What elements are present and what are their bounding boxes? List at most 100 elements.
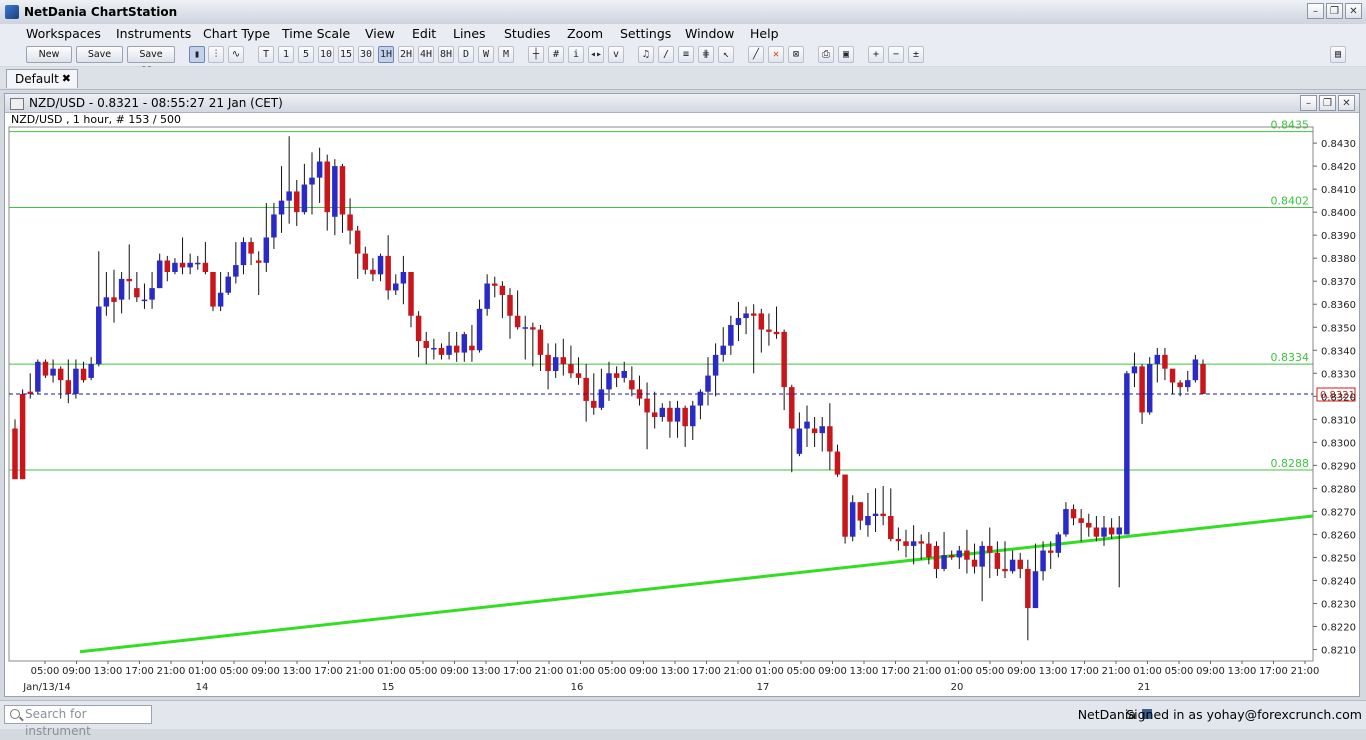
timescale-15m[interactable]: 15 [338,46,354,63]
menu-window[interactable]: Window [683,25,736,42]
line-chart-icon[interactable]: ∿ [228,46,244,63]
info-icon[interactable]: i [568,46,584,63]
fibonacci-tool-icon[interactable]: ≡ [678,46,694,63]
bar-chart-icon[interactable]: ⫶ [208,46,224,63]
minimize-button[interactable]: – [1307,3,1324,19]
candle-body [1154,354,1161,365]
print-icon[interactable]: ⎙ [818,46,834,63]
candle-body [971,559,978,567]
menu-lines[interactable]: Lines [451,25,488,42]
tab-default[interactable]: Default ✖ [6,69,78,88]
candle-body [65,380,72,394]
delete-all-icon[interactable]: ⊠ [788,46,804,63]
menu-edit[interactable]: Edit [410,25,438,42]
timescale-1h[interactable]: 1H [378,46,394,63]
print-preview-icon[interactable]: ▣ [838,46,854,63]
y-tick-label: 0.8400 [1321,208,1356,219]
new-button[interactable]: New [26,46,72,63]
chart-minimize-button[interactable]: – [1300,95,1317,111]
zoom-reset-icon[interactable]: ± [908,46,924,63]
candle-body [575,373,582,378]
candle-body [1162,354,1168,369]
candle-body [408,272,414,316]
timescale-30m[interactable]: 30 [358,46,374,63]
timescale-4h[interactable]: 4H [418,46,434,63]
timescale-1m[interactable]: 1 [278,46,294,63]
menu-workspaces[interactable]: Workspaces [24,25,103,42]
menu-chart-type[interactable]: Chart Type [201,25,272,42]
menu-view[interactable]: View [363,25,397,42]
panel-toggle-icon[interactable]: ▤ [1330,46,1346,63]
candle-body [134,288,140,298]
volume-icon[interactable]: v [608,46,624,63]
y-tick-label: 0.8280 [1321,484,1356,495]
x-tick-label: 01:00 [566,666,595,677]
search-input[interactable]: Search for instrument [4,705,152,738]
timescale-2h[interactable]: 2H [398,46,414,63]
window-controls: – ❐ ✕ [1307,3,1362,19]
candle-body [1192,359,1199,381]
x-tick-label: 21:00 [1291,666,1320,677]
candle-body [674,407,681,422]
y-tick-label: 0.8290 [1321,461,1356,472]
y-tick-label: 0.8330 [1321,369,1356,380]
candle-body [545,354,551,371]
crosshair-icon[interactable]: ┼ [528,46,544,63]
close-button[interactable]: ✕ [1345,3,1362,19]
y-tick-label: 0.8390 [1321,231,1356,242]
timescale-5m[interactable]: 5 [298,46,314,63]
candle-body [827,426,833,452]
candle-body [50,368,56,376]
candle-body [781,331,787,388]
bell-icon[interactable]: ♫ [638,46,654,63]
zoom-out-icon[interactable]: − [888,46,904,63]
save-as-button[interactable]: Save as... [127,46,175,75]
timescale-daily[interactable]: D [458,46,474,63]
trendline-tool-icon[interactable]: / [658,46,674,63]
restore-button[interactable]: ❐ [1326,3,1343,19]
price-chart[interactable]: 0.84020.83340.82880.8435 0.8321 0.84300.… [5,112,1359,696]
save-button[interactable]: Save [76,46,123,63]
scroll-icon[interactable]: ◂▸ [588,46,604,63]
menu-instruments[interactable]: Instruments [114,25,193,42]
timescale-weekly[interactable]: W [478,46,494,63]
menu-studies[interactable]: Studies [502,25,552,42]
candle-body [499,285,506,296]
candle-body [888,515,894,540]
menu-time-scale[interactable]: Time Scale [280,25,352,42]
candle-body [1093,527,1100,537]
chart-window-title: NZD/USD - 0.8321 - 08:55:27 21 Jan (CET) [29,96,283,110]
chart-close-button[interactable]: ✕ [1338,95,1355,111]
x-tick-label: 01:00 [377,666,406,677]
zoom-in-icon[interactable]: + [868,46,884,63]
candle-body [324,161,330,213]
candle-body [948,555,955,558]
grid-icon[interactable]: # [548,46,564,63]
candlestick-chart-icon[interactable]: ▮ [189,46,205,63]
x-tick-label: 09:00 [1196,666,1225,677]
menu-zoom[interactable]: Zoom [565,25,605,42]
y-tick-label: 0.8410 [1321,185,1356,196]
hline-label-0: 0.8402 [1271,195,1310,208]
chart-restore-button[interactable]: ❐ [1319,95,1336,111]
x-date-label: 16 [571,682,584,693]
pointer-tool-icon[interactable]: ↖ [718,46,734,63]
menu-settings[interactable]: Settings [618,25,673,42]
candle-body [385,255,391,291]
draw-line-icon[interactable]: ╱ [748,46,764,63]
timescale-monthly[interactable]: M [498,46,514,63]
candle-body [476,308,483,351]
menu-help[interactable]: Help [748,25,781,42]
candle-body [393,283,399,291]
candle-body [789,387,795,429]
timescale-8h[interactable]: 8H [438,46,454,63]
tab-close-icon[interactable]: ✖ [62,70,71,88]
delete-drawing-icon[interactable]: ✕ [768,46,784,63]
candle-body [461,334,468,353]
candle-body [172,262,178,273]
timescale-10m[interactable]: 10 [318,46,334,63]
candle-body [1017,559,1023,569]
channel-tool-icon[interactable]: ⋕ [698,46,714,63]
candle-body [667,407,673,422]
timescale-tick[interactable]: T [258,46,274,63]
